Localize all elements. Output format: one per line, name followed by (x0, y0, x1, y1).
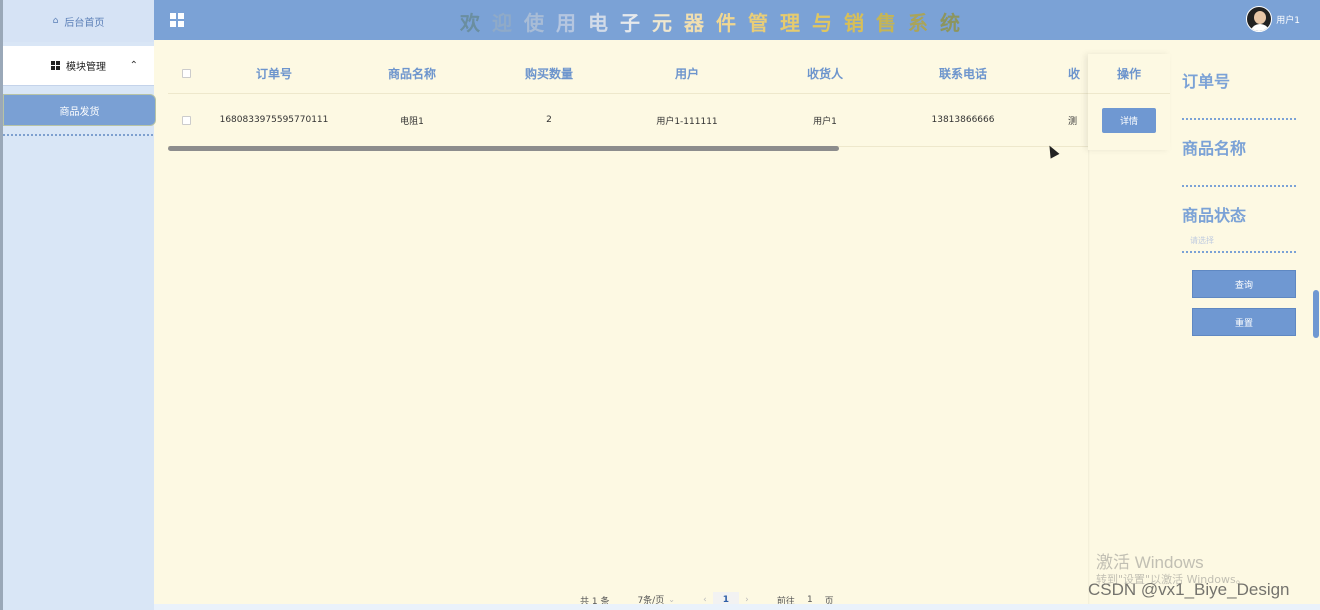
title-char: 迎 (492, 11, 524, 35)
title-char: 管 (748, 11, 780, 35)
order-no-label: 订单号 (1182, 72, 1231, 91)
cell-user: 用户1-111111 (656, 116, 718, 127)
panel-divider (1088, 150, 1090, 610)
column-header-receiver[interactable]: 收货人 (756, 65, 894, 82)
title-char: 系 (908, 11, 940, 35)
avatar (1246, 6, 1273, 32)
order-no-input[interactable] (1182, 118, 1296, 120)
title-char: 使 (524, 11, 556, 35)
table-header-row: 订单号 商品名称 购买数量 用户 收货人 联系电话 收 (168, 54, 1170, 94)
column-header-product-name[interactable]: 商品名称 (344, 65, 480, 82)
row-checkbox[interactable] (181, 115, 191, 125)
grid-icon (51, 61, 60, 70)
column-header-phone[interactable]: 联系电话 (894, 65, 1032, 82)
panel-vertical-scrollbar[interactable] (1313, 290, 1319, 338)
cell-truncated: 测 (1068, 116, 1078, 127)
column-header-quantity[interactable]: 购买数量 (480, 65, 618, 82)
column-header-user[interactable]: 用户 (618, 65, 756, 82)
top-header: 欢迎使用电子元器件管理与销售系统 用户1 (154, 0, 1320, 40)
chevron-up-icon: ⌃ (129, 60, 138, 71)
product-status-select[interactable]: 请选择 (1190, 235, 1214, 246)
search-panel: 订单号 商品名称 商品状态 请选择 查询 重置 (1088, 54, 1320, 610)
column-header-order-no[interactable]: 订单号 (204, 65, 344, 82)
sidebar-item-label: 模块管理 (66, 62, 106, 73)
chevron-down-icon: ⌄ (668, 595, 675, 604)
title-char: 理 (780, 11, 812, 35)
title-char: 用 (556, 11, 588, 35)
home-icon: ⌂ (52, 16, 59, 26)
title-char: 子 (620, 11, 652, 35)
title-char: 电 (588, 11, 620, 35)
cell-phone: 13813866666 (931, 115, 995, 125)
title-char: 与 (812, 11, 844, 35)
user-menu[interactable]: 用户1 (1246, 6, 1300, 32)
cell-quantity: 2 (546, 115, 552, 125)
windows-activation-watermark: 激活 Windows (1096, 553, 1204, 572)
scrollbar-thumb[interactable] (168, 146, 839, 151)
sidebar: ⌂ 后台首页 模块管理 ⌃ 商品发货 (0, 0, 156, 610)
title-char: 欢 (460, 11, 492, 35)
cell-receiver: 用户1 (813, 116, 837, 127)
product-name-input[interactable] (1182, 185, 1296, 187)
title-char: 件 (716, 11, 748, 35)
username: 用户1 (1276, 15, 1300, 26)
row-select-cell (168, 115, 204, 125)
select-all-cell (168, 69, 204, 78)
bottom-strip (154, 604, 1320, 610)
product-status-underline (1182, 251, 1296, 253)
product-name-label: 商品名称 (1182, 139, 1247, 158)
cell-product-name: 电阻1 (400, 116, 424, 127)
sidebar-item-home[interactable]: ⌂ 后台首页 (3, 0, 154, 42)
page-title: 欢迎使用电子元器件管理与销售系统 (460, 7, 972, 36)
query-button[interactable]: 查询 (1192, 270, 1296, 298)
reset-button[interactable]: 重置 (1192, 308, 1296, 336)
sidebar-item-label: 商品发货 (59, 106, 100, 118)
title-char: 器 (684, 11, 716, 35)
title-char: 元 (652, 11, 684, 35)
csdn-watermark: CSDN @vx1_Biye_Design (1088, 580, 1290, 599)
select-all-checkbox[interactable] (181, 69, 191, 78)
title-char: 售 (876, 11, 908, 35)
sidebar-item-label: 后台首页 (64, 17, 105, 29)
table-row[interactable]: 1680833975595770111 电阻1 2 用户1-111111 用户1… (168, 94, 1170, 147)
cell-order-no: 1680833975595770111 (219, 115, 329, 125)
menu-toggle-icon[interactable] (170, 13, 184, 27)
sidebar-item-product-shipping[interactable]: 商品发货 (3, 94, 156, 126)
sidebar-divider (3, 134, 153, 136)
product-status-label: 商品状态 (1182, 206, 1247, 225)
column-header-truncated[interactable]: 收 (1032, 65, 1092, 82)
order-table: 订单号 商品名称 购买数量 用户 收货人 联系电话 收 168083397559… (168, 54, 1170, 150)
title-char: 统 (940, 11, 972, 35)
sidebar-item-module-management[interactable]: 模块管理 ⌃ (3, 46, 154, 86)
title-char: 销 (844, 11, 876, 35)
table-horizontal-scrollbar[interactable] (168, 146, 1170, 151)
